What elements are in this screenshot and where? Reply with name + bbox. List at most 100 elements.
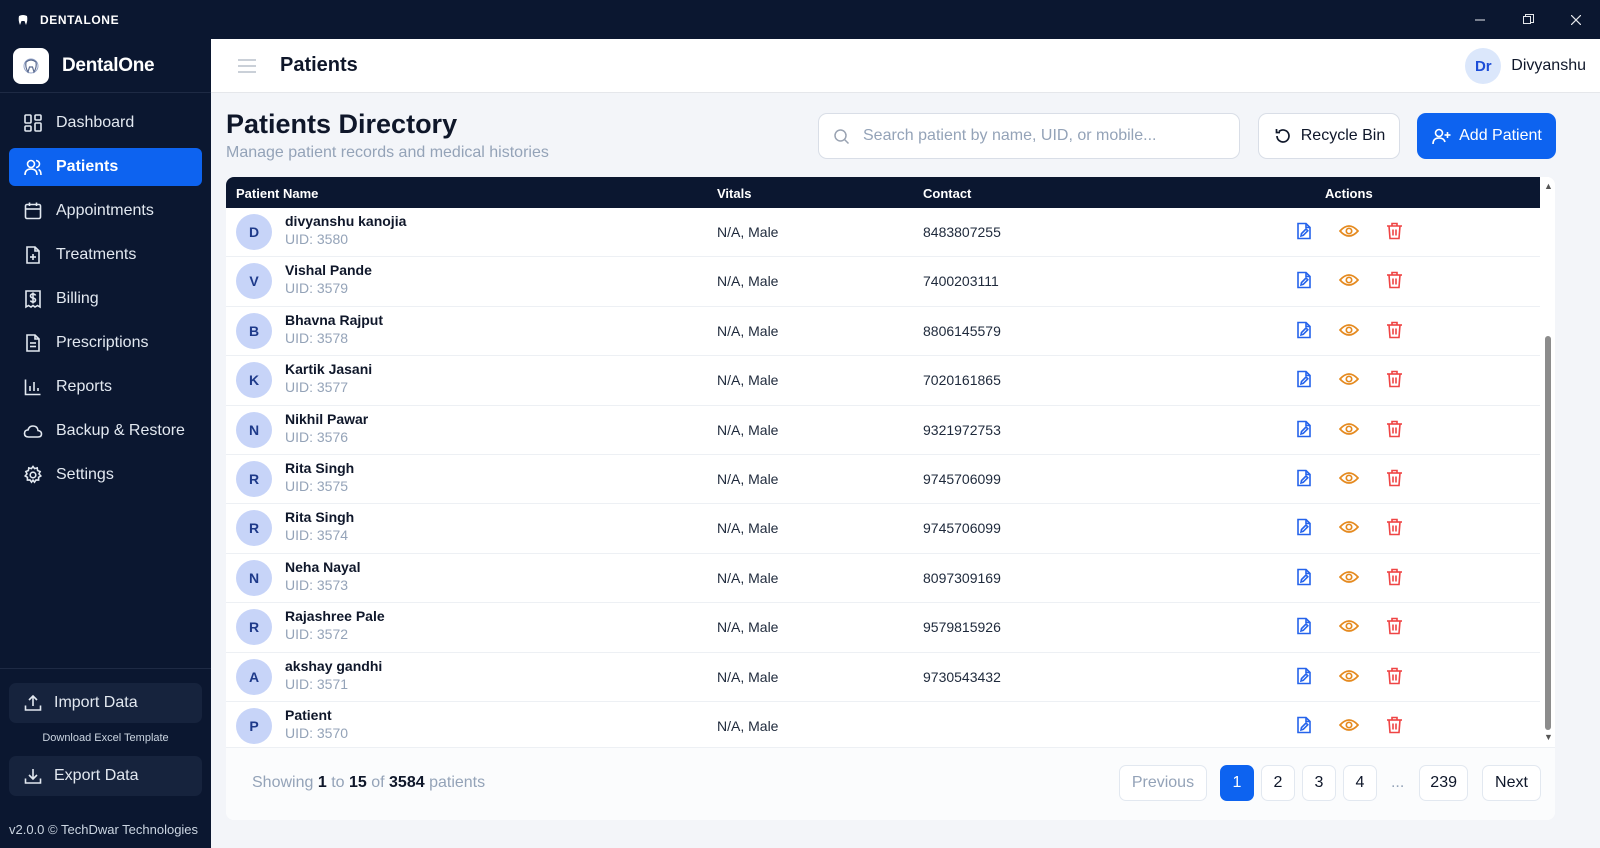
edit-record-icon[interactable] <box>1294 616 1314 636</box>
patient-name[interactable]: Rita Singh <box>285 509 354 525</box>
patient-uid: UID: 3572 <box>285 626 349 643</box>
sidebar-item-prescriptions[interactable]: Prescriptions <box>9 324 202 362</box>
delete-trash-icon[interactable] <box>1384 369 1404 389</box>
top-header: Patients Dr Divyanshu <box>211 39 1600 93</box>
user-menu[interactable]: Dr Divyanshu <box>1465 48 1586 84</box>
view-eye-icon[interactable] <box>1339 221 1359 241</box>
patient-name[interactable]: divyanshu kanojia <box>285 213 406 229</box>
edit-record-icon[interactable] <box>1294 715 1314 735</box>
dashboard-icon <box>22 112 44 134</box>
showing-prefix: Showing <box>252 774 314 791</box>
delete-trash-icon[interactable] <box>1384 517 1404 537</box>
patient-uid: UID: 3580 <box>285 231 349 247</box>
view-eye-icon[interactable] <box>1339 320 1359 340</box>
sidebar-item-patients[interactable]: Patients <box>9 148 202 186</box>
delete-trash-icon[interactable] <box>1384 270 1404 290</box>
import-data-button[interactable]: Import Data <box>9 683 202 723</box>
sidebar-item-billing[interactable]: Billing <box>9 280 202 318</box>
sidebar-item-reports[interactable]: Reports <box>9 368 202 406</box>
edit-record-icon[interactable] <box>1294 517 1314 537</box>
table-row[interactable]: B Bhavna Rajput UID: 3578 N/A, Male 88061455… <box>226 307 1540 357</box>
add-patient-button[interactable]: Add Patient <box>1417 113 1556 159</box>
sidebar-item-dashboard[interactable]: Dashboard <box>9 104 202 142</box>
view-eye-icon[interactable] <box>1339 616 1359 636</box>
export-data-label: Export Data <box>54 767 139 784</box>
patient-vitals: N/A, Male <box>717 224 779 240</box>
patient-name[interactable]: Neha Nayal <box>285 559 360 575</box>
table-row[interactable]: N Neha Nayal UID: 3573 N/A, Male 8097309169 <box>226 554 1540 604</box>
patient-name[interactable]: Patient <box>285 707 332 723</box>
sidebar-item-appointments[interactable]: Appointments <box>9 192 202 230</box>
view-eye-icon[interactable] <box>1339 270 1359 290</box>
delete-trash-icon[interactable] <box>1384 567 1404 587</box>
delete-trash-icon[interactable] <box>1384 320 1404 340</box>
sidebar-item-backup-restore[interactable]: Backup & Restore <box>9 412 202 450</box>
search-input[interactable] <box>863 127 1223 145</box>
view-eye-icon[interactable] <box>1339 468 1359 488</box>
edit-record-icon[interactable] <box>1294 468 1314 488</box>
search-box[interactable] <box>818 113 1240 159</box>
edit-record-icon[interactable] <box>1294 221 1314 241</box>
edit-record-icon[interactable] <box>1294 666 1314 686</box>
export-data-button[interactable]: Export Data <box>9 756 202 796</box>
minimize-button[interactable] <box>1456 0 1504 39</box>
sidebar-item-treatments[interactable]: Treatments <box>9 236 202 274</box>
view-eye-icon[interactable] <box>1339 369 1359 389</box>
table-row[interactable]: Ddivyanshu kanojia UID: 3580 N/A, Male 8483… <box>226 208 1540 258</box>
close-window-button[interactable] <box>1552 0 1600 39</box>
delete-trash-icon[interactable] <box>1384 221 1404 241</box>
restore-button[interactable] <box>1504 0 1552 39</box>
delete-trash-icon[interactable] <box>1384 715 1404 735</box>
sidebar-footer: Import Data Download Excel Template Expo… <box>0 668 211 848</box>
table-row[interactable]: K Kartik Jasani UID: 3577 N/A, Male 70201618… <box>226 356 1540 406</box>
sidebar-item-settings[interactable]: Settings <box>9 456 202 494</box>
table-row[interactable]: R Rajashree Pale UID: 3572 N/A, Male 9579815… <box>226 603 1540 653</box>
next-page-button[interactable]: Next <box>1482 765 1541 801</box>
table-row[interactable]: V Vishal Pande UID: 3579 N/A, Male 740020311… <box>226 257 1540 307</box>
sidebar-item-label: Prescriptions <box>56 334 149 351</box>
patient-avatar: P <box>236 707 272 744</box>
scrollbar-thumb[interactable] <box>1545 336 1551 730</box>
scroll-up-arrow-icon[interactable]: ▲ <box>1544 181 1553 191</box>
page-button-3[interactable]: 3 <box>1301 765 1336 801</box>
delete-trash-icon[interactable] <box>1384 468 1404 488</box>
table-scrollbar[interactable]: ▲ ▼ <box>1542 177 1555 747</box>
patient-name[interactable]: Vishal Pande <box>285 262 372 278</box>
table-row[interactable]: R Rita Singh UID: 3575 N/A, Male 9745706099 <box>226 455 1540 505</box>
hamburger-menu-icon[interactable] <box>237 56 257 76</box>
view-eye-icon[interactable] <box>1339 517 1359 537</box>
patient-name[interactable]: Nikhil Pawar <box>285 411 368 427</box>
patient-name[interactable]: Kartik Jasani <box>285 361 372 377</box>
previous-page-button[interactable]: Previous <box>1118 765 1207 801</box>
delete-trash-icon[interactable] <box>1384 616 1404 636</box>
table-row[interactable]: R Rita Singh UID: 3574 N/A, Male 9745706099 <box>226 504 1540 554</box>
page-button-4[interactable]: 4 <box>1342 765 1377 801</box>
patient-name[interactable]: Rita Singh <box>285 460 354 476</box>
edit-record-icon[interactable] <box>1294 369 1314 389</box>
delete-trash-icon[interactable] <box>1384 666 1404 686</box>
table-row[interactable]: N Nikhil Pawar UID: 3576 N/A, Male 932197275… <box>226 406 1540 455</box>
table-row[interactable]: P Patient UID: 3570 N/A, Male <box>226 702 1540 752</box>
download-template-link[interactable]: Download Excel Template <box>0 732 211 744</box>
edit-record-icon[interactable] <box>1294 567 1314 587</box>
edit-record-icon[interactable] <box>1294 320 1314 340</box>
edit-record-icon[interactable] <box>1294 419 1314 439</box>
view-eye-icon[interactable] <box>1339 666 1359 686</box>
recycle-bin-label: Recycle Bin <box>1300 127 1386 144</box>
page-button-1[interactable]: 1 <box>1219 765 1254 801</box>
patient-name[interactable]: akshay gandhi <box>285 658 382 674</box>
view-eye-icon[interactable] <box>1339 567 1359 587</box>
table-body: Ddivyanshu kanojia UID: 3580 N/A, Male 8483… <box>226 208 1540 752</box>
recycle-bin-button[interactable]: Recycle Bin <box>1258 113 1400 159</box>
patient-name[interactable]: Bhavna Rajput <box>285 312 383 328</box>
view-eye-icon[interactable] <box>1339 419 1359 439</box>
patient-name[interactable]: Rajashree Pale <box>285 608 385 624</box>
table-row[interactable]: Aakshay gandhi UID: 3571 N/A, Male 97305434… <box>226 653 1540 702</box>
edit-record-icon[interactable] <box>1294 270 1314 290</box>
delete-trash-icon[interactable] <box>1384 419 1404 439</box>
view-eye-icon[interactable] <box>1339 715 1359 735</box>
pagination: Previous 1 2 3 4 ... 239 Next <box>1112 765 1541 801</box>
page-button-2[interactable]: 2 <box>1260 765 1295 801</box>
page-button-last[interactable]: 239 <box>1419 765 1468 801</box>
scroll-down-arrow-icon[interactable]: ▼ <box>1544 732 1553 742</box>
